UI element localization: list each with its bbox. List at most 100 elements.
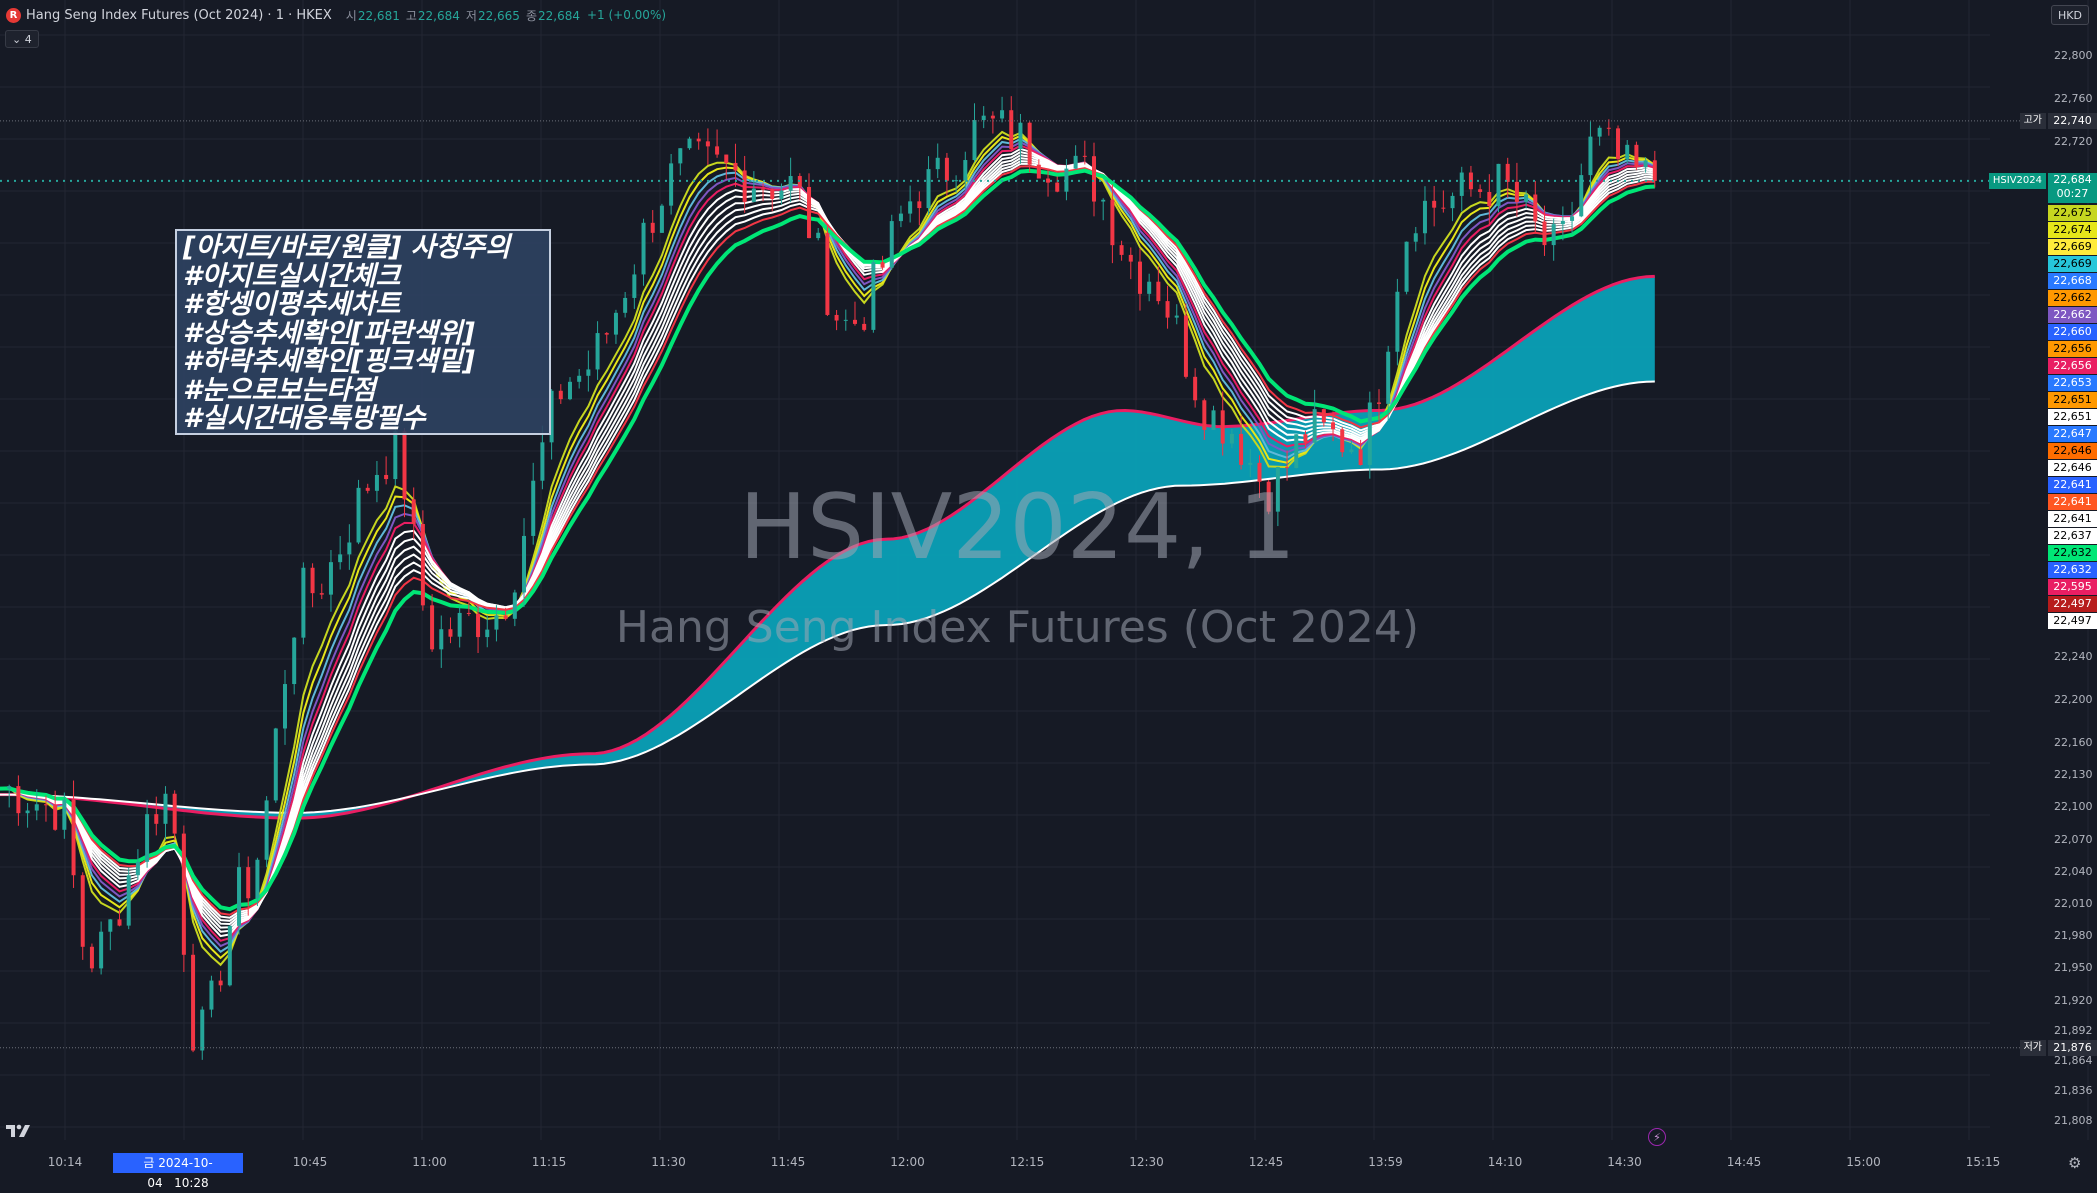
candle-body: [328, 562, 333, 595]
candle-body: [319, 593, 324, 595]
indicator-toggle-button[interactable]: ⌄ 4: [5, 30, 39, 48]
candle-body: [898, 213, 903, 222]
candle-body: [880, 262, 885, 268]
annotation-line: #실시간대응톡방필수: [183, 403, 426, 434]
candle-body: [715, 146, 720, 155]
crosshair-date-label: 금 2024-10-04 10:28: [113, 1153, 243, 1190]
candle-body: [1165, 301, 1170, 318]
ma-price-label: 22,647: [2048, 425, 2097, 442]
candle-body: [1092, 156, 1097, 202]
currency-selector[interactable]: HKD: [2051, 5, 2089, 25]
candle-body: [301, 567, 306, 638]
candle-body: [80, 875, 85, 947]
price-axis-tick: 21,980: [2054, 929, 2093, 943]
candle-body: [1652, 160, 1657, 181]
candle-body: [393, 431, 398, 480]
time-axis-tick: 14:45: [1726, 1155, 1762, 1169]
candle-body: [1082, 155, 1087, 157]
candle-body: [338, 554, 343, 563]
ma-price-label: 22,674: [2048, 221, 2097, 238]
candle-body: [384, 474, 389, 480]
candle-body: [944, 157, 949, 181]
price-axis-tick: 22,040: [2054, 864, 2093, 878]
candle-body: [1404, 241, 1409, 292]
candle-body: [862, 323, 867, 330]
bar-countdown: 00:27: [2056, 186, 2089, 200]
candle-body: [1432, 200, 1437, 208]
candle-body: [1459, 172, 1464, 196]
candle-body: [457, 612, 462, 637]
ma-price-label: 22,646: [2048, 459, 2097, 476]
ma-price-label: 22,656: [2048, 340, 2097, 357]
candle-body: [1248, 462, 1253, 465]
candle-body: [402, 431, 407, 500]
candle-body: [1450, 195, 1455, 209]
candle-body: [963, 160, 968, 181]
candle-body: [1303, 434, 1308, 443]
candle-body: [512, 592, 517, 619]
candle-body: [1193, 376, 1198, 401]
candle-body: [99, 931, 104, 969]
candle-body: [172, 793, 177, 834]
candle-body: [705, 141, 710, 147]
candle-body: [1229, 433, 1234, 444]
candle-body: [246, 867, 251, 899]
candle-body: [1174, 315, 1179, 318]
candle-body: [1533, 194, 1538, 222]
ma-price-label: 22,641: [2048, 476, 2097, 493]
candle-body: [935, 157, 940, 170]
chart-canvas[interactable]: [0, 0, 2097, 1180]
candle-body: [163, 793, 168, 824]
time-axis-tick: 14:30: [1607, 1155, 1642, 1169]
price-axis-tick: 22,200: [2054, 693, 2093, 707]
candle-body: [659, 205, 664, 233]
settings-gear-icon[interactable]: ⚙: [2068, 1154, 2081, 1172]
candle-body: [1524, 194, 1529, 202]
candle-body: [1422, 200, 1427, 234]
annotation-line: #하락추세확인[핑크색밑]: [183, 346, 475, 377]
candle-body: [1018, 122, 1023, 150]
ma-price-label: 22,669: [2048, 255, 2097, 272]
chevron-down-icon: ⌄: [12, 32, 22, 46]
annotation-textbox[interactable]: [아지트/바로/원클] 사칭주의 #아지트실시간체크 #항셍이평추세차트 #상승…: [175, 229, 551, 435]
candle-body: [227, 925, 232, 986]
candle-body: [1220, 410, 1225, 444]
candle-body: [1101, 199, 1106, 202]
symbol-title[interactable]: Hang Seng Index Futures (Oct 2024) · 1 ·…: [26, 8, 332, 23]
candle-body: [255, 859, 260, 899]
candle-body: [908, 201, 913, 214]
price-axis-tick: 22,800: [2054, 49, 2093, 63]
candle-body: [834, 314, 839, 321]
candle-body: [669, 163, 674, 206]
candle-body: [209, 980, 214, 1010]
candle-body: [200, 1009, 205, 1051]
chart-stage[interactable]: R Hang Seng Index Futures (Oct 2024) · 1…: [0, 0, 2097, 1190]
candle-body: [494, 615, 499, 630]
price-axis-tick: 22,240: [2054, 650, 2093, 664]
candle-body: [1036, 164, 1041, 179]
lightning-icon[interactable]: ⚡: [1648, 1128, 1666, 1146]
time-axis-tick: 10:14: [47, 1155, 83, 1169]
time-axis-tick: 11:30: [651, 1155, 686, 1169]
close-value: 22,684: [537, 8, 580, 23]
price-axis-tick: 21,836: [2054, 1083, 2093, 1097]
tradingview-logo-icon[interactable]: [6, 1122, 36, 1138]
indicator-count: 4: [24, 32, 32, 46]
candle-body: [485, 629, 490, 638]
time-axis-tick: 11:45: [770, 1155, 806, 1169]
candle-body: [761, 188, 766, 190]
candle-body: [917, 201, 922, 209]
candle-body: [374, 474, 379, 491]
candle-body: [1487, 191, 1492, 207]
candle-body: [1560, 220, 1565, 225]
low-label: 저22,665: [465, 8, 520, 23]
candle-body: [1055, 182, 1060, 192]
candle-body: [1634, 144, 1639, 168]
candle-body: [218, 980, 223, 986]
candle-body: [1331, 422, 1336, 430]
candle-body: [1514, 181, 1519, 202]
candle-body: [1441, 207, 1446, 209]
candle-body: [356, 487, 361, 543]
candle-body: [292, 637, 297, 685]
candle-body: [430, 605, 435, 650]
